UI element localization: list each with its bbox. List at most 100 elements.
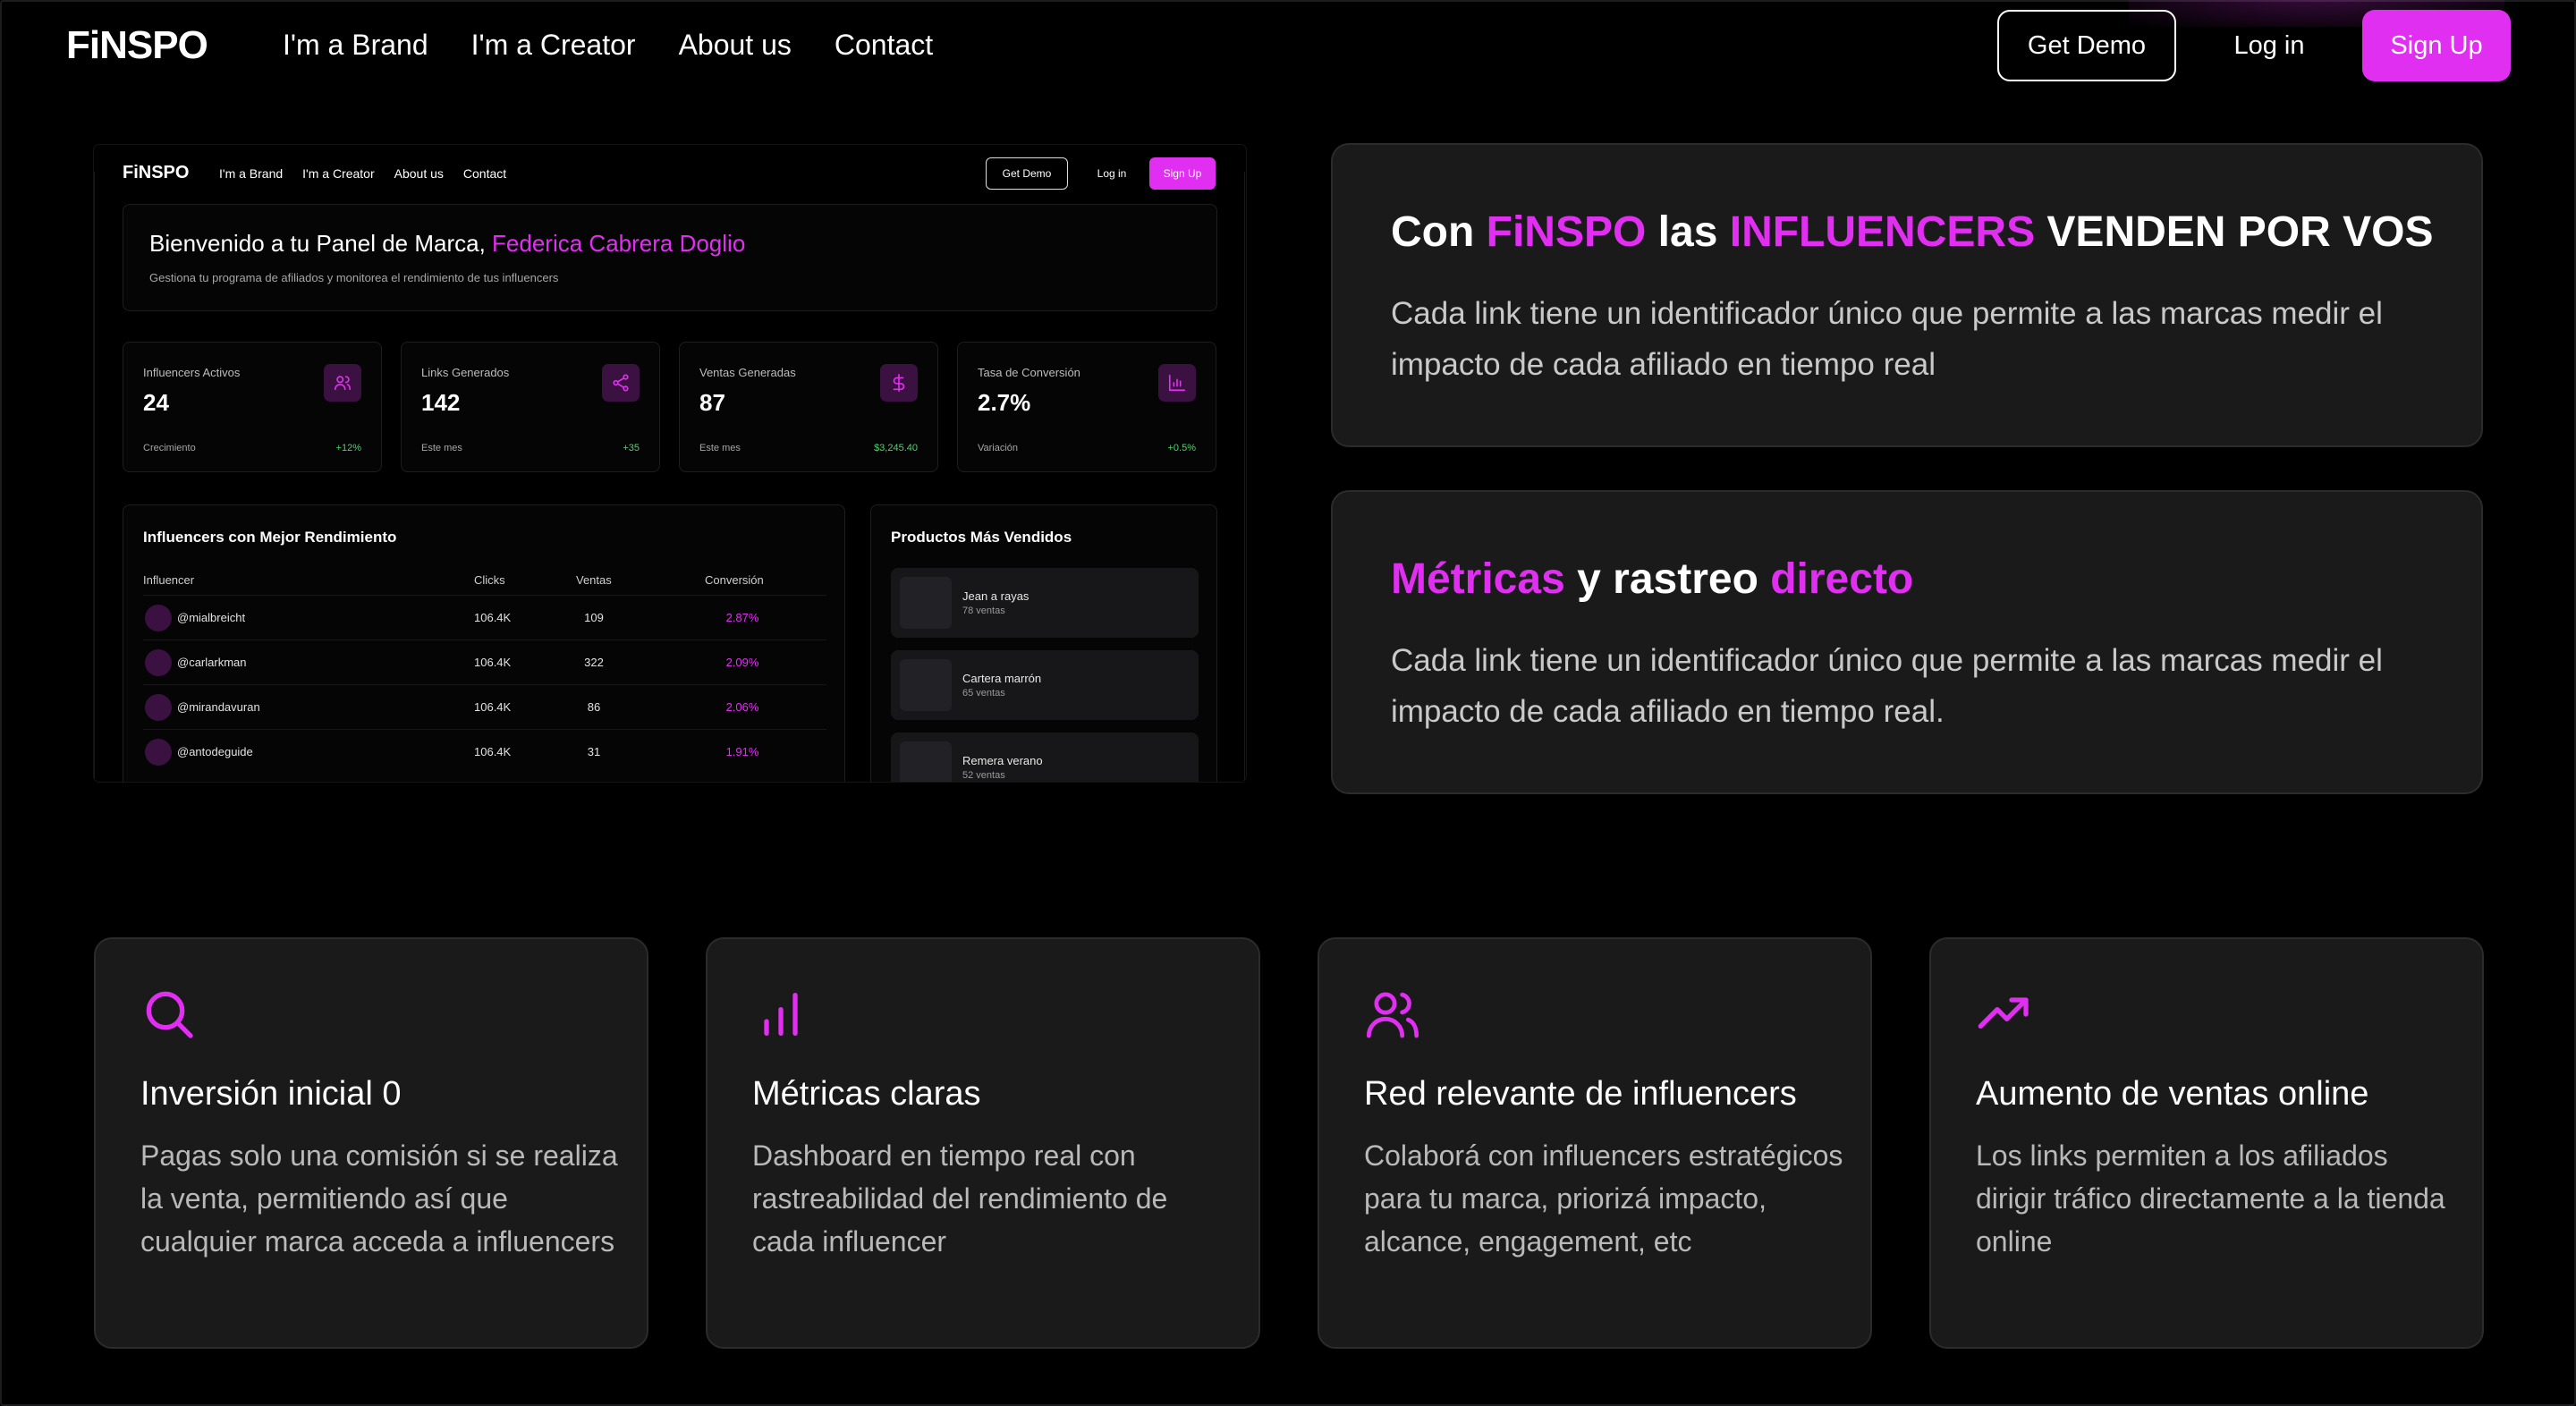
get-demo-button[interactable]: Get Demo xyxy=(1997,10,2176,81)
table-row[interactable]: @carlarkman 106.4K 322 2.09% xyxy=(143,639,826,684)
product-item[interactable]: Jean a rayas 78 ventas xyxy=(891,568,1199,638)
preview-welcome-prefix: Bienvenido a tu Panel de Marca, xyxy=(149,230,493,257)
panel-title-part: y rastreo xyxy=(1564,555,1771,603)
clicks-value: 106.4K xyxy=(474,656,512,669)
benefit-card-network: Red relevante de influencers Colaborá co… xyxy=(1318,937,1872,1349)
ventas-value: 86 xyxy=(587,700,601,714)
card-title: Inversión inicial 0 xyxy=(140,1075,402,1113)
stat-card-sales: Ventas Generadas 87 Este mes $3,245.40 xyxy=(679,342,938,472)
bar-chart-icon xyxy=(1158,364,1196,402)
product-item[interactable]: Cartera marrón 65 ventas xyxy=(891,650,1199,720)
stat-foot: Variación xyxy=(978,443,1019,453)
top-influencers-table: Influencers con Mejor Rendimiento Influe… xyxy=(123,504,845,782)
preview-nav-contact: Contact xyxy=(462,166,507,181)
product-name: Remera verano xyxy=(962,754,1043,767)
search-icon xyxy=(140,986,198,1043)
product-name: Jean a rayas xyxy=(962,589,1030,603)
conversion-value: 2.06% xyxy=(725,700,759,714)
share-icon xyxy=(602,364,640,402)
panel-body: Cada link tiene un identificador único q… xyxy=(1391,643,2383,729)
top-products-panel: Productos Más Vendidos Jean a rayas 78 v… xyxy=(870,504,1217,782)
users-icon xyxy=(1364,986,1421,1043)
stat-card-influencers: Influencers Activos 24 Crecimiento +12% xyxy=(123,342,382,472)
card-title: Red relevante de influencers xyxy=(1364,1075,1797,1113)
conversion-value: 2.87% xyxy=(725,611,759,624)
feature-panel-metrics: Métricas y rastreo directo Cada link tie… xyxy=(1331,490,2483,794)
preview-nav: I'm a Brand I'm a Creator About us Conta… xyxy=(219,166,506,181)
preview-logo: FiNSPO xyxy=(123,163,190,182)
logo[interactable]: FiNSPO xyxy=(66,23,208,68)
bar-chart-icon xyxy=(752,986,809,1043)
table-header-ventas: Ventas xyxy=(576,573,612,587)
table-row[interactable]: @antodeguide 106.4K 31 1.91% xyxy=(143,729,826,774)
trending-up-icon xyxy=(1976,986,2033,1043)
product-thumbnail xyxy=(900,659,952,711)
benefit-card-sales: Aumento de ventas online Los links permi… xyxy=(1929,937,2484,1349)
table-row[interactable]: @mirandavuran 106.4K 86 2.06% xyxy=(143,684,826,729)
stat-value: 87 xyxy=(699,389,725,416)
nav-link-brand[interactable]: I'm a Brand xyxy=(283,29,428,62)
dashboard-preview: FiNSPO I'm a Brand I'm a Creator About u… xyxy=(94,145,1246,782)
users-icon xyxy=(324,364,361,402)
preview-welcome-title: Bienvenido a tu Panel de Marca, Federica… xyxy=(149,230,745,258)
feature-panel-influencers: Con FiNSPO las INFLUENCERS VENDEN POR VO… xyxy=(1331,143,2483,447)
preview-signup-button: Sign Up xyxy=(1149,157,1216,190)
stat-value: 24 xyxy=(143,389,169,416)
preview-brand-name: Federica Cabrera Doglio xyxy=(492,230,746,257)
influencer-handle: @mialbreicht xyxy=(177,611,246,624)
clicks-value: 106.4K xyxy=(474,745,512,758)
stat-card-links: Links Generados 142 Este mes +35 xyxy=(401,342,660,472)
product-sales: 52 ventas xyxy=(962,770,1005,781)
influencer-handle: @mirandavuran xyxy=(177,700,260,714)
main-nav: I'm a Brand I'm a Creator About us Conta… xyxy=(283,29,933,62)
benefit-card-investment: Inversión inicial 0 Pagas solo una comis… xyxy=(94,937,648,1349)
nav-link-contact[interactable]: Contact xyxy=(835,29,933,62)
avatar xyxy=(145,694,172,721)
dollar-icon xyxy=(880,364,918,402)
stat-label: Influencers Activos xyxy=(143,366,241,379)
card-body: Colaborá con influencers estratégicos pa… xyxy=(1364,1139,1843,1258)
panel-body: Cada link tiene un identificador único q… xyxy=(1391,296,2383,382)
clicks-value: 106.4K xyxy=(474,611,512,624)
preview-nav-creator: I'm a Creator xyxy=(302,166,375,181)
avatar xyxy=(145,605,172,631)
card-title: Métricas claras xyxy=(752,1075,981,1113)
login-button[interactable]: Log in xyxy=(2209,10,2329,81)
product-sales: 78 ventas xyxy=(962,606,1005,616)
benefit-card-metrics: Métricas claras Dashboard en tiempo real… xyxy=(706,937,1260,1349)
panel-title-part: VENDEN POR VOS xyxy=(2035,208,2434,256)
top-navbar: FiNSPO I'm a Brand I'm a Creator About u… xyxy=(0,0,2576,93)
ventas-value: 31 xyxy=(587,745,601,758)
nav-link-creator[interactable]: I'm a Creator xyxy=(471,29,636,62)
preview-welcome-subtitle: Gestiona tu programa de afiliados y moni… xyxy=(149,271,559,284)
conversion-value: 1.91% xyxy=(725,745,759,758)
avatar xyxy=(145,649,172,676)
panel-title-part: las xyxy=(1646,208,1730,256)
card-body: Los links permiten a los afiliados dirig… xyxy=(1976,1139,2445,1258)
influencer-handle: @antodeguide xyxy=(177,745,253,758)
products-title: Productos Más Vendidos xyxy=(891,529,1072,546)
influencer-handle: @carlarkman xyxy=(177,656,247,669)
preview-nav-about: About us xyxy=(394,166,444,181)
preview-border-left xyxy=(94,172,95,782)
preview-border-right xyxy=(1244,172,1245,782)
panel-title-highlight: Métricas xyxy=(1391,555,1565,603)
nav-link-about[interactable]: About us xyxy=(679,29,792,62)
stat-foot: Este mes xyxy=(699,443,741,453)
table-header-conversion: Conversión xyxy=(705,573,764,587)
stat-delta: +35 xyxy=(623,443,640,453)
product-item[interactable]: Remera verano 52 ventas xyxy=(891,733,1199,782)
stat-delta: +12% xyxy=(335,443,361,453)
table-row[interactable]: @mialbreicht 106.4K 109 2.87% xyxy=(143,595,826,639)
signup-button[interactable]: Sign Up xyxy=(2362,10,2511,81)
stat-value: 2.7% xyxy=(978,389,1031,416)
product-sales: 65 ventas xyxy=(962,688,1005,699)
product-thumbnail xyxy=(900,741,952,782)
stat-label: Links Generados xyxy=(421,366,510,379)
preview-nav-brand: I'm a Brand xyxy=(219,166,284,181)
preview-get-demo-button: Get Demo xyxy=(986,157,1068,190)
ventas-value: 322 xyxy=(584,656,604,669)
stat-foot: Crecimiento xyxy=(143,443,196,453)
panel-title-highlight: INFLUENCERS xyxy=(1729,208,2036,256)
stat-card-conversion: Tasa de Conversión 2.7% Variación +0.5% xyxy=(957,342,1216,472)
